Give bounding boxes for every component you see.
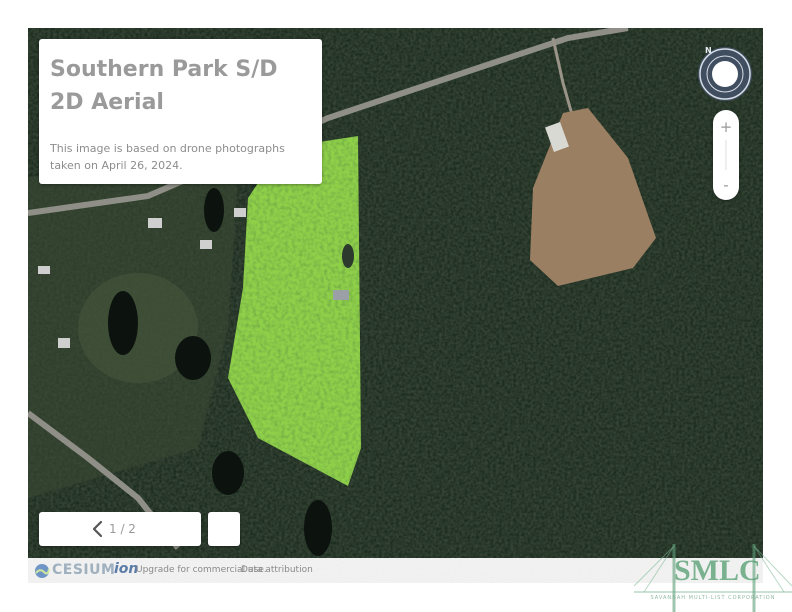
info-card: Southern Park S/D 2D Aerial This image i… (39, 39, 322, 184)
chevron-left-icon[interactable] (91, 520, 105, 538)
smlc-watermark: SMLC SAVANNAH MULTI-LIST CORPORATION (634, 542, 792, 612)
page-indicator: 1 / 2 (109, 522, 136, 536)
cesium-logo-icon[interactable] (34, 563, 50, 579)
next-slide-button[interactable] (208, 512, 240, 546)
compass-icon[interactable]: N (697, 46, 753, 102)
watermark-logo-text: SMLC (674, 554, 761, 587)
pond-1 (204, 188, 224, 232)
house-2 (200, 240, 212, 249)
house-4 (58, 338, 70, 348)
watermark-subtitle: SAVANNAH MULTI-LIST CORPORATION (650, 595, 776, 601)
zoom-control: + - (713, 110, 739, 200)
parcel-pond (342, 244, 354, 268)
pond-2 (108, 291, 138, 355)
ion-label[interactable]: ion (114, 561, 138, 578)
pond-4 (212, 451, 244, 495)
zoom-out-button[interactable]: - (713, 172, 739, 198)
house-5 (38, 266, 50, 274)
zoom-in-button[interactable]: + (713, 114, 739, 140)
pond-5 (304, 500, 332, 556)
parcel-structure (333, 290, 349, 300)
pond-3 (175, 336, 211, 380)
compass-north-label: N (705, 46, 712, 55)
house-1 (148, 218, 162, 228)
map-viewer[interactable]: Southern Park S/D 2D Aerial This image i… (28, 28, 763, 583)
map-title: Southern Park S/D 2D Aerial (50, 57, 278, 115)
slide-pager: 1 / 2 (39, 512, 201, 546)
data-attribution-link[interactable]: Data attribution (241, 562, 313, 579)
map-description: This image is based on drone photographs… (50, 142, 285, 172)
compass-widget[interactable]: N (697, 46, 753, 102)
cesium-label[interactable]: CESIUM (52, 562, 115, 579)
zoom-slider[interactable] (725, 140, 727, 170)
house-3 (234, 208, 246, 217)
